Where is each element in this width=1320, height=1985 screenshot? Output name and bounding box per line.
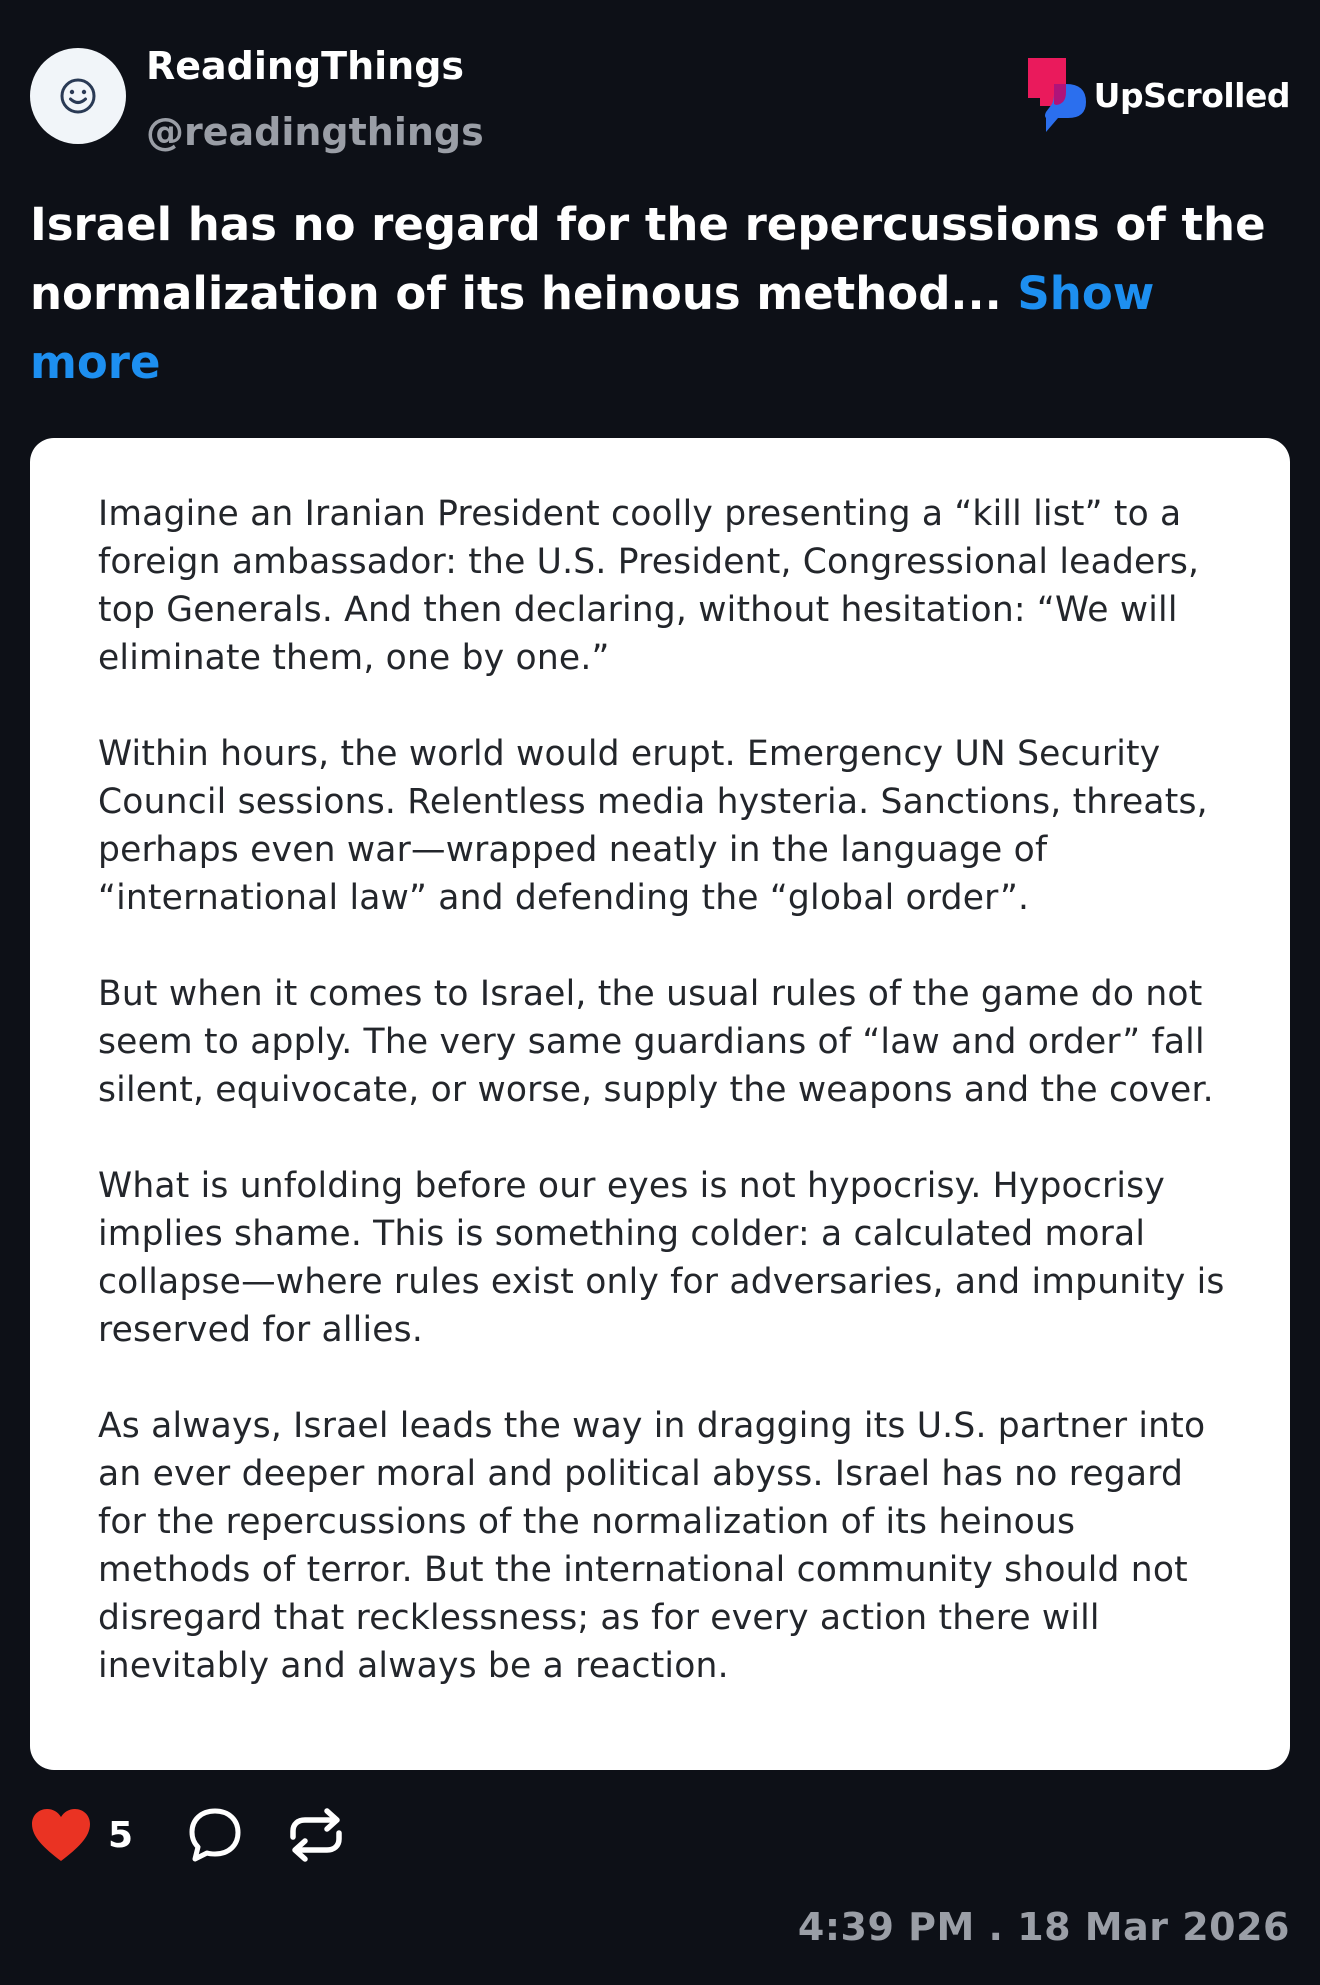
post-image[interactable]: Imagine an Iranian President coolly pres…: [30, 438, 1290, 1770]
upscrolled-logo-icon: [1027, 58, 1086, 132]
smiley-icon: [60, 78, 96, 114]
like-count: 5: [108, 1814, 134, 1856]
avatar[interactable]: [30, 48, 126, 144]
brand-name: UpScrolled: [1093, 75, 1291, 115]
repost-button[interactable]: [285, 1807, 347, 1863]
image-paragraph: But when it comes to Israel, the usual r…: [98, 974, 1214, 1110]
post-header: ReadingThings @readingthings UpScrolled: [30, 42, 1291, 154]
image-paragraph: As always, Israel leads the way in dragg…: [98, 1406, 1206, 1686]
image-paragraph: Imagine an Iranian President coolly pres…: [98, 494, 1200, 678]
heart-icon: [32, 1809, 90, 1861]
brand: UpScrolled: [1027, 58, 1291, 132]
image-paragraph: What is unfolding before our eyes is not…: [98, 1166, 1225, 1350]
author-display-name[interactable]: ReadingThings: [146, 42, 484, 90]
post-timestamp: 4:39 PM . 18 Mar 2026: [797, 1905, 1290, 1949]
comment-icon: [189, 1808, 241, 1862]
like-button[interactable]: 5: [30, 1807, 133, 1863]
repost-icon: [290, 1808, 342, 1862]
author-handle[interactable]: @readingthings: [146, 108, 484, 156]
comment-button[interactable]: [185, 1805, 245, 1865]
action-bar: 5: [30, 1805, 347, 1865]
post-headline: Israel has no regard for the repercussio…: [30, 190, 1270, 397]
image-paragraph: Within hours, the world would erupt. Eme…: [98, 734, 1208, 918]
author-names: ReadingThings @readingthings: [146, 42, 484, 156]
